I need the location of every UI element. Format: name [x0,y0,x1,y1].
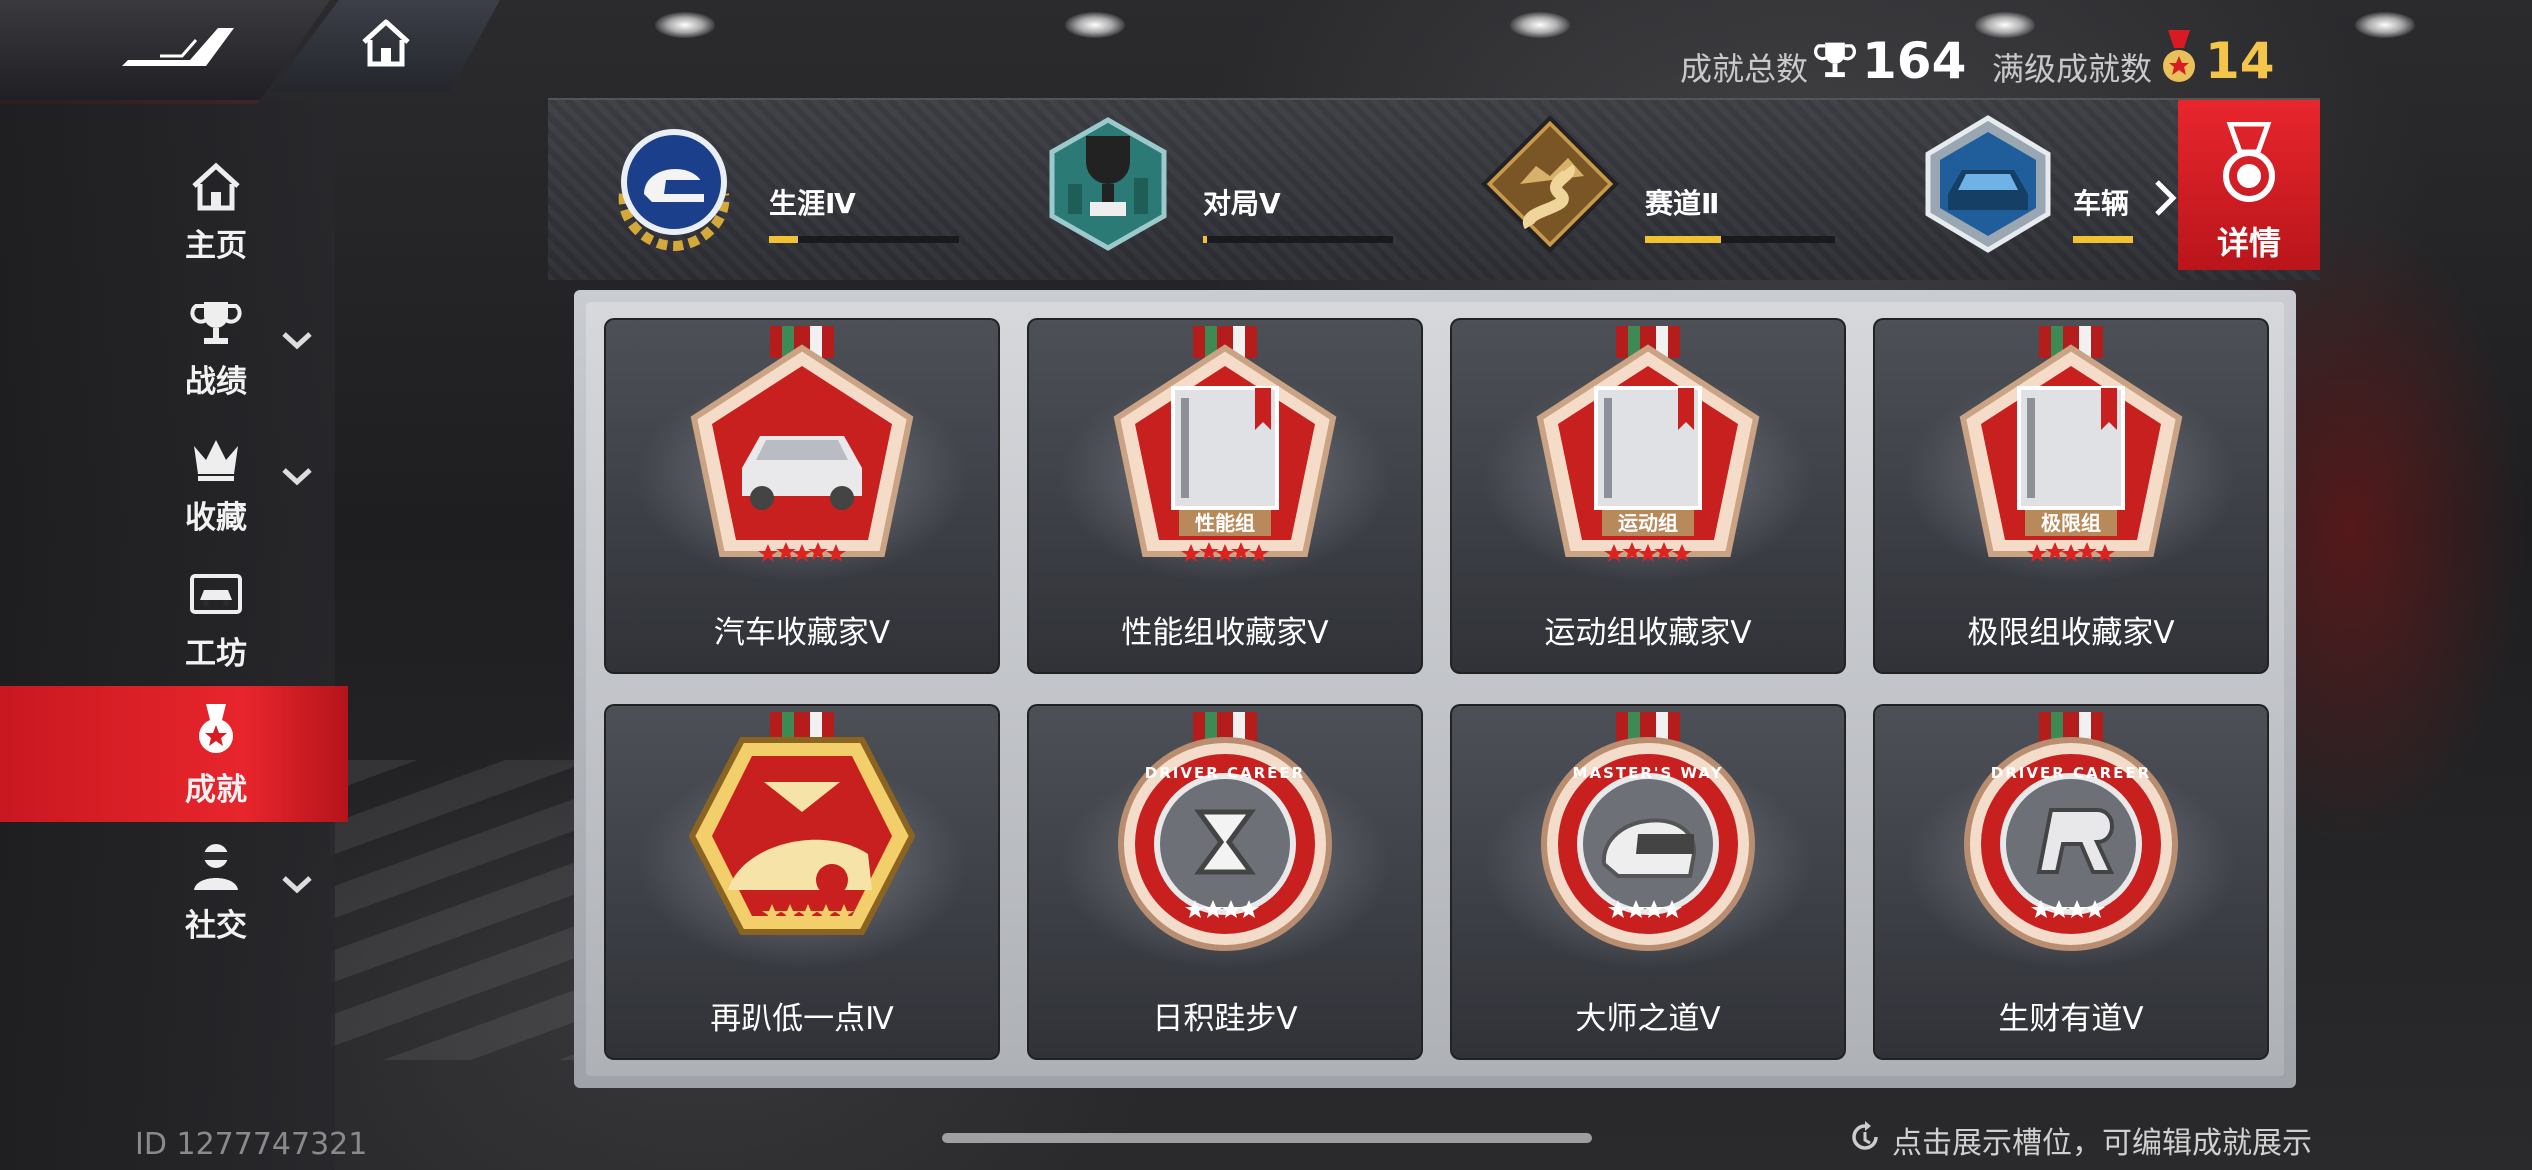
r-logo-medal: DRIVER CAREER [1964,712,2178,951]
achievement-title: 性能组收藏家Ⅴ [1121,615,1329,651]
sidebar-item-achievements[interactable]: 成就 [0,686,348,822]
home-indicator-bar[interactable] [942,1133,1592,1143]
medal-tag: 极限组 [2041,511,2101,535]
car-collector-medal [690,326,914,562]
sidebar-item-label: 收藏 [185,500,247,536]
sidebar-item-workshop[interactable]: 工坊 [0,550,335,686]
sidebar-item-label: 主页 [185,228,247,264]
category-name: 赛道Ⅱ [1645,187,1720,220]
achievement-card[interactable]: 极限组极限组收藏家Ⅴ [1873,318,2269,674]
sidebar-item-label: 社交 [185,908,247,944]
category-name: 车辆 [2073,187,2130,220]
sidebar: 主页 战绩 收藏 工坊 成就 社交 [0,100,348,1170]
book-medal: 运动组 [1536,326,1760,562]
helmet-laurel-icon [618,129,730,252]
chevron-right-icon[interactable] [2153,178,2177,218]
helmet-medal: MASTER'S WAY [1541,712,1755,951]
sidebar-item-label: 战绩 [185,364,247,400]
medal-icon [199,704,233,753]
details-button-label: 详情 [2216,224,2281,262]
lowered-car-medal [688,712,916,935]
achievement-card[interactable]: DRIVER CAREER 日积跬步Ⅴ [1027,704,1423,1060]
car-badge-icon [1925,115,2051,253]
trophy-icon [190,302,242,344]
achievement-title: 大师之道Ⅴ [1575,1001,1721,1037]
trophy-icon [1814,42,1856,78]
achievement-stats: 成就总数 164 满级成就数 14 [1680,30,2280,90]
chevron-down-icon[interactable] [280,328,314,352]
book-medal: 性能组 [1113,326,1337,562]
back-icon[interactable] [120,22,240,70]
sidebar-item-label: 工坊 [185,636,247,672]
medal-tag: 运动组 [1618,511,1678,535]
category-progress-fill [1645,236,1721,243]
category-progress-fill [2073,236,2133,243]
medal-icon [2163,30,2195,82]
hourglass-medal: DRIVER CAREER [1118,712,1332,951]
achievement-card[interactable]: 性能组性能组收藏家Ⅴ [1027,318,1423,674]
trophy-city-icon [1049,117,1167,251]
achievement-title: 生财有道Ⅴ [1998,1001,2144,1037]
achievement-card[interactable]: MASTER'S WAY 大师之道Ⅴ [1450,704,1846,1060]
sidebar-item-social[interactable]: 社交 [0,822,335,958]
sidebar-item-home[interactable]: 主页 [0,142,335,278]
sidebar-item-label: 成就 [185,772,247,808]
sidebar-item-records[interactable]: 战绩 [0,278,335,414]
category-progress-bar [769,236,959,243]
category-name: 生涯Ⅳ [769,187,856,220]
edit-hint-icon [1852,1121,1878,1150]
home-icon [192,162,240,211]
maxed-achievements-label: 满级成就数 [1992,50,2153,88]
total-achievements-label: 成就总数 [1680,50,1809,88]
category-progress-bar [2073,236,2133,243]
details-button[interactable]: 详情 [2178,100,2320,270]
medal-icon [2223,122,2275,202]
achievement-title: 日积跬步Ⅴ [1152,1001,1298,1037]
sidebar-item-collection[interactable]: 收藏 [0,414,335,550]
achievement-card[interactable]: 再趴低一点Ⅳ [604,704,1000,1060]
achievement-title: 运动组收藏家Ⅴ [1544,615,1752,651]
medal-tag: 性能组 [1195,511,1255,535]
category-name: 对局Ⅴ [1203,187,1281,220]
svg-text:DRIVER CAREER: DRIVER CAREER [1991,764,2151,782]
chevron-down-icon[interactable] [280,872,314,896]
achievement-card[interactable]: DRIVER CAREER 生财有道Ⅴ [1873,704,2269,1060]
achievement-card[interactable]: 汽车收藏家Ⅴ [604,318,1000,674]
top-nav [0,0,500,104]
category-progress-bar [1203,236,1393,243]
edit-display-hint: 点击展示槽位，可编辑成就展示 [1892,1126,2312,1161]
chevron-down-icon[interactable] [280,464,314,488]
person-icon [194,844,238,890]
player-id: ID 1277747321 [135,1127,368,1162]
category-bar: 生涯Ⅳ 对局Ⅴ 赛道Ⅱ 车辆 [548,98,2320,280]
maxed-achievements-value: 14 [2205,32,2275,90]
achievement-card[interactable]: 运动组运动组收藏家Ⅴ [1450,318,1846,674]
achievement-title: 极限组收藏家Ⅴ [1967,615,2175,651]
car-garage-icon [190,574,242,614]
crown-icon [194,440,238,481]
achievement-title: 汽车收藏家Ⅴ [713,615,891,651]
book-medal: 极限组 [1959,326,2183,562]
svg-text:DRIVER CAREER: DRIVER CAREER [1145,764,1305,782]
category-progress-bar [1645,236,1835,243]
category-progress-fill [769,236,798,243]
home-icon[interactable] [358,14,414,70]
total-achievements-value: 164 [1862,32,1967,90]
winding-road-icon [1481,115,1619,253]
category-progress-fill [1203,236,1207,243]
achievement-title: 再趴低一点Ⅳ [710,1001,894,1037]
svg-text:MASTER'S WAY: MASTER'S WAY [1573,764,1724,782]
